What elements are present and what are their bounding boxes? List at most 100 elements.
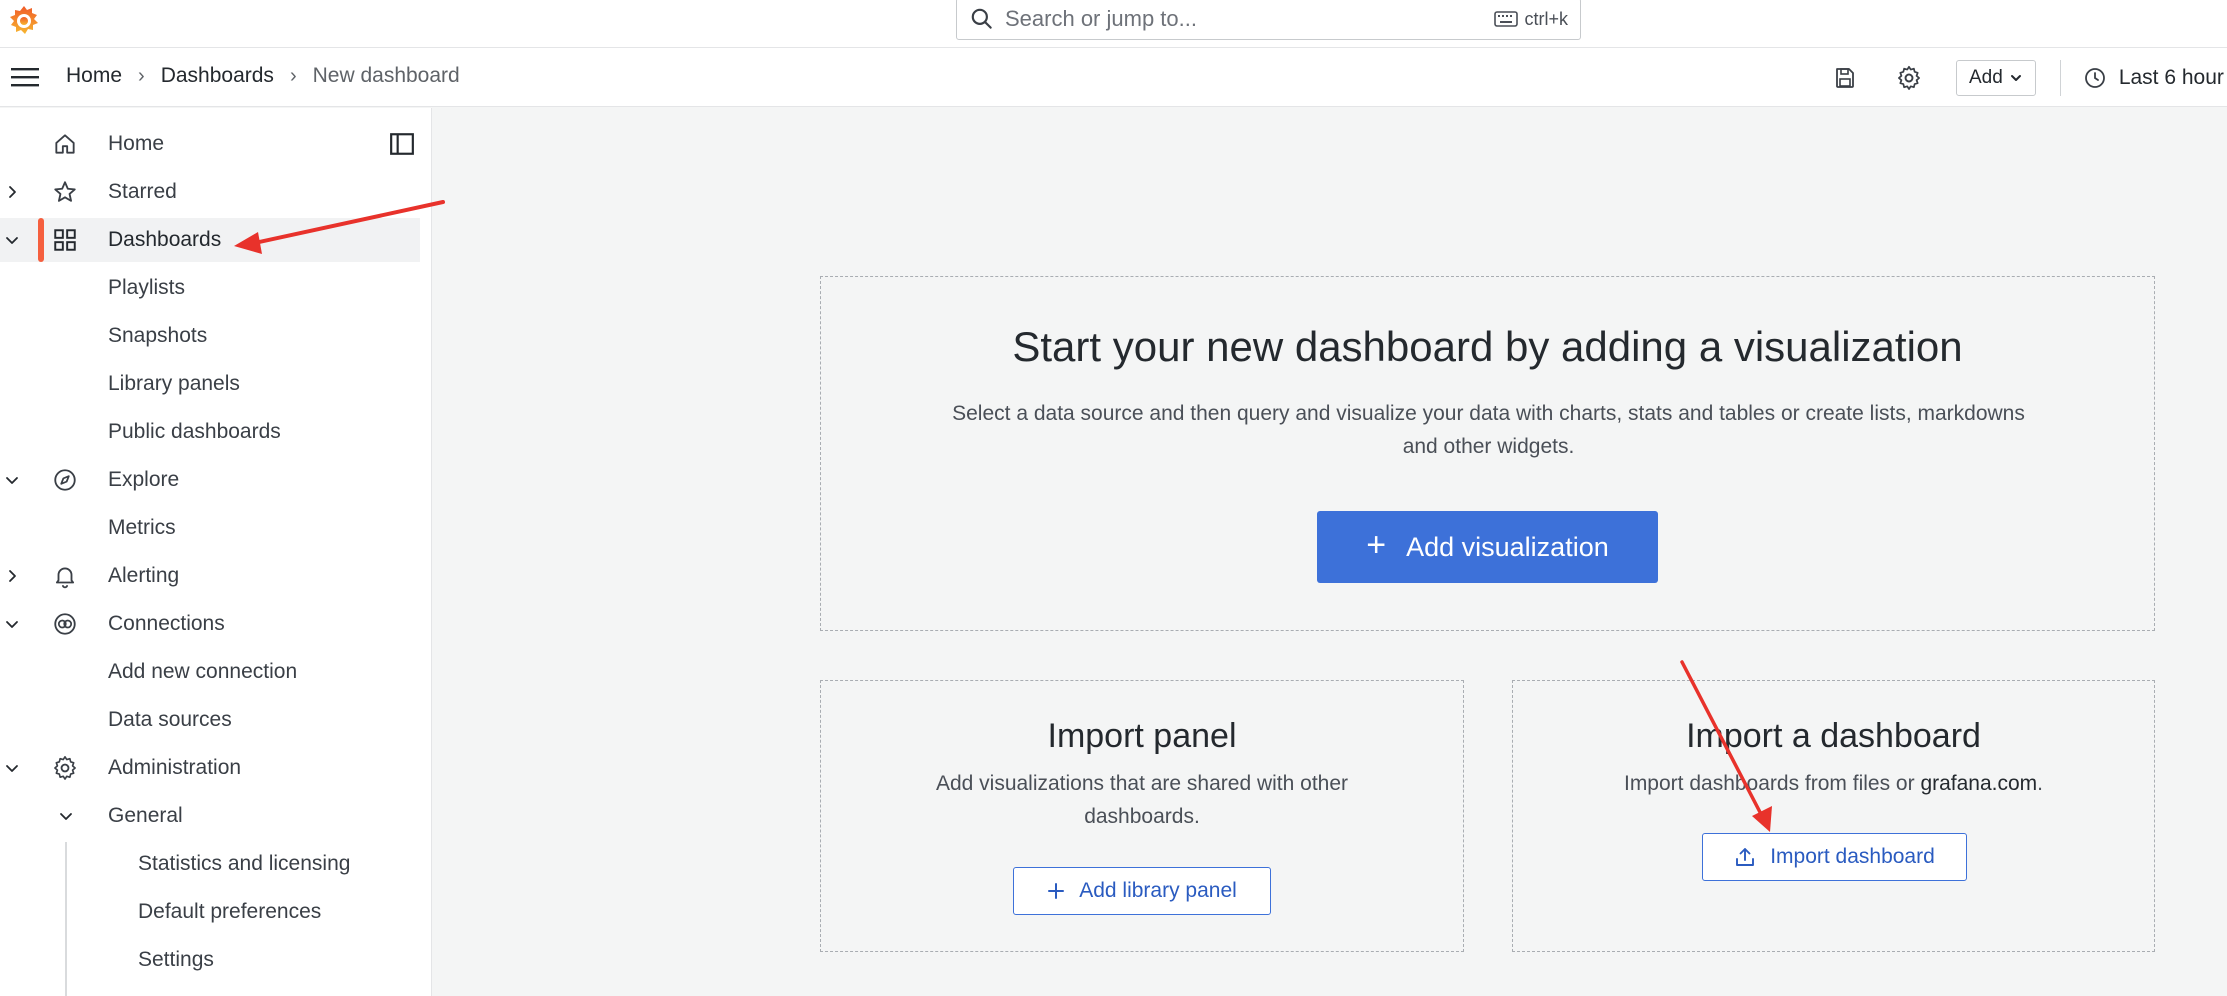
import-panel-card: Import panel Add visualizations that are… bbox=[820, 680, 1464, 952]
add-visualization-label: Add visualization bbox=[1406, 531, 1609, 562]
add-button-label: Add bbox=[1969, 67, 2003, 88]
sidebar-item-label: Add new connection bbox=[108, 660, 298, 683]
add-visualization-button[interactable]: + Add visualization bbox=[1317, 511, 1658, 583]
sidebar-item-starred[interactable]: Starred bbox=[0, 170, 420, 214]
chevron-right-icon[interactable] bbox=[4, 568, 20, 584]
keyboard-icon bbox=[1494, 11, 1519, 27]
compass-icon bbox=[54, 469, 76, 491]
sidebar-item-label: Settings bbox=[138, 948, 214, 971]
sidebar-item-playlists[interactable]: Playlists bbox=[0, 266, 420, 310]
breadcrumb-home[interactable]: Home bbox=[66, 64, 122, 88]
chevron-down-icon[interactable] bbox=[58, 808, 74, 824]
import-panel-title: Import panel bbox=[1047, 717, 1237, 755]
sidebar-item-home[interactable]: Home bbox=[0, 122, 420, 166]
search-placeholder: Search or jump to... bbox=[1005, 6, 1197, 31]
hero-description: Select a data source and then query and … bbox=[952, 402, 2025, 458]
star-icon bbox=[54, 181, 76, 202]
import-dashboard-desc-suffix: . bbox=[2037, 772, 2044, 795]
time-range-picker[interactable]: Last 6 hour bbox=[2083, 66, 2224, 90]
time-range-label: Last 6 hour bbox=[2118, 66, 2224, 89]
import-dashboard-button[interactable]: Import dashboard bbox=[1702, 833, 1967, 881]
import-dashboard-description: Import dashboards from files or grafana.… bbox=[1573, 767, 2094, 800]
sidebar: Home Starred Dashboards Playlists Snapsh… bbox=[0, 108, 432, 996]
import-dashboard-desc-prefix: Import dashboards from files or bbox=[1623, 772, 1921, 795]
import-dashboard-card: Import a dashboard Import dashboards fro… bbox=[1512, 680, 2155, 952]
sidebar-item-label: Data sources bbox=[108, 708, 232, 731]
chevron-right-icon: › bbox=[289, 64, 297, 87]
import-dashboard-title: Import a dashboard bbox=[1686, 717, 1981, 755]
sidebar-item-administration[interactable]: Administration bbox=[0, 746, 420, 790]
breadcrumb: Home › Dashboards › New dashboard bbox=[66, 64, 460, 88]
sidebar-item-default-preferences[interactable]: Default preferences bbox=[0, 890, 420, 934]
search-input[interactable]: Search or jump to... ctrl+k bbox=[956, 0, 1581, 40]
save-icon bbox=[1836, 68, 1854, 88]
sidebar-item-label: General bbox=[108, 804, 183, 827]
keyboard-shortcut: ctrl+k bbox=[1494, 9, 1568, 30]
sidebar-item-snapshots[interactable]: Snapshots bbox=[0, 314, 420, 358]
search-icon bbox=[971, 8, 992, 29]
sidebar-item-label: Explore bbox=[108, 468, 180, 491]
sidebar-item-label: Library panels bbox=[108, 372, 240, 395]
sidebar-item-data-sources[interactable]: Data sources bbox=[0, 698, 420, 742]
top-bar: Search or jump to... ctrl+k bbox=[0, 0, 2227, 48]
sidebar-item-public-dashboards[interactable]: Public dashboards bbox=[0, 410, 420, 454]
sidebar-item-explore[interactable]: Explore bbox=[0, 458, 420, 502]
breadcrumb-bar: Home › Dashboards › New dashboard Add La… bbox=[0, 48, 2227, 107]
sidebar-item-label: Public dashboards bbox=[108, 420, 281, 443]
chevron-down-icon[interactable] bbox=[4, 232, 20, 248]
dashboard-settings-button[interactable] bbox=[1892, 61, 1926, 95]
add-library-panel-label: Add library panel bbox=[1079, 879, 1237, 902]
sidebar-item-label: Connections bbox=[108, 612, 225, 635]
breadcrumb-dashboards[interactable]: Dashboards bbox=[161, 64, 274, 88]
sidebar-item-label: Alerting bbox=[108, 564, 180, 587]
chevron-right-icon[interactable] bbox=[4, 184, 20, 200]
sidebar-item-label: Dashboards bbox=[108, 228, 222, 251]
sidebar-item-label: Statistics and licensing bbox=[138, 852, 351, 875]
sidebar-item-metrics[interactable]: Metrics bbox=[0, 506, 420, 550]
chevron-right-icon: › bbox=[138, 64, 145, 87]
chevron-down-icon[interactable] bbox=[4, 472, 20, 488]
sidebar-item-statistics-licensing[interactable]: Statistics and licensing bbox=[0, 842, 420, 886]
sidebar-item-label: Playlists bbox=[108, 276, 186, 299]
grafana-com-link[interactable]: grafana.com bbox=[1920, 772, 2037, 795]
chevron-down-icon bbox=[2010, 75, 2021, 81]
sidebar-item-label: Starred bbox=[108, 180, 177, 203]
clock-icon bbox=[2084, 68, 2105, 88]
save-dashboard-button[interactable] bbox=[1828, 61, 1862, 95]
home-icon bbox=[55, 134, 75, 154]
sidebar-item-label: Metrics bbox=[108, 516, 176, 539]
sidebar-item-library-panels[interactable]: Library panels bbox=[0, 362, 420, 406]
sidebar-item-label: Home bbox=[108, 132, 165, 155]
empty-dashboard-hero: Start your new dashboard by adding a vis… bbox=[820, 276, 2155, 631]
bell-icon bbox=[55, 567, 75, 589]
grafana-logo-icon[interactable] bbox=[6, 3, 42, 39]
toolbar-actions: Add Last 6 hour bbox=[1828, 60, 2224, 96]
add-dropdown-button[interactable]: Add bbox=[1956, 60, 2036, 96]
sidebar-item-label: Administration bbox=[108, 756, 242, 779]
gear-icon bbox=[54, 756, 76, 780]
import-panel-description: Add visualizations that are shared with … bbox=[935, 772, 1349, 828]
hero-title: Start your new dashboard by adding a vis… bbox=[1012, 323, 1963, 370]
chevron-down-icon[interactable] bbox=[4, 616, 20, 632]
plus-icon bbox=[1048, 883, 1065, 899]
sidebar-item-alerting[interactable]: Alerting bbox=[0, 554, 420, 598]
sidebar-item-dashboards[interactable]: Dashboards bbox=[0, 218, 420, 262]
sidebar-item-label: Snapshots bbox=[108, 324, 208, 347]
shortcut-label: ctrl+k bbox=[1524, 8, 1568, 29]
sidebar-item-general[interactable]: General bbox=[0, 794, 420, 838]
active-indicator bbox=[38, 218, 44, 262]
sidebar-item-label: Default preferences bbox=[138, 900, 322, 923]
import-dashboard-label: Import dashboard bbox=[1770, 845, 1935, 868]
breadcrumb-current: New dashboard bbox=[312, 64, 460, 87]
grid-icon bbox=[54, 229, 76, 251]
connections-icon bbox=[54, 613, 76, 635]
sidebar-item-add-new-connection[interactable]: Add new connection bbox=[0, 650, 420, 694]
plus-icon: + bbox=[1366, 525, 1387, 564]
upload-icon bbox=[1736, 848, 1755, 866]
sidebar-item-settings[interactable]: Settings bbox=[0, 938, 420, 982]
toolbar-divider bbox=[2059, 60, 2061, 96]
sidebar-item-connections[interactable]: Connections bbox=[0, 602, 420, 646]
menu-icon[interactable] bbox=[10, 65, 40, 89]
add-library-panel-button[interactable]: Add library panel bbox=[1013, 867, 1271, 915]
chevron-down-icon[interactable] bbox=[4, 760, 20, 776]
